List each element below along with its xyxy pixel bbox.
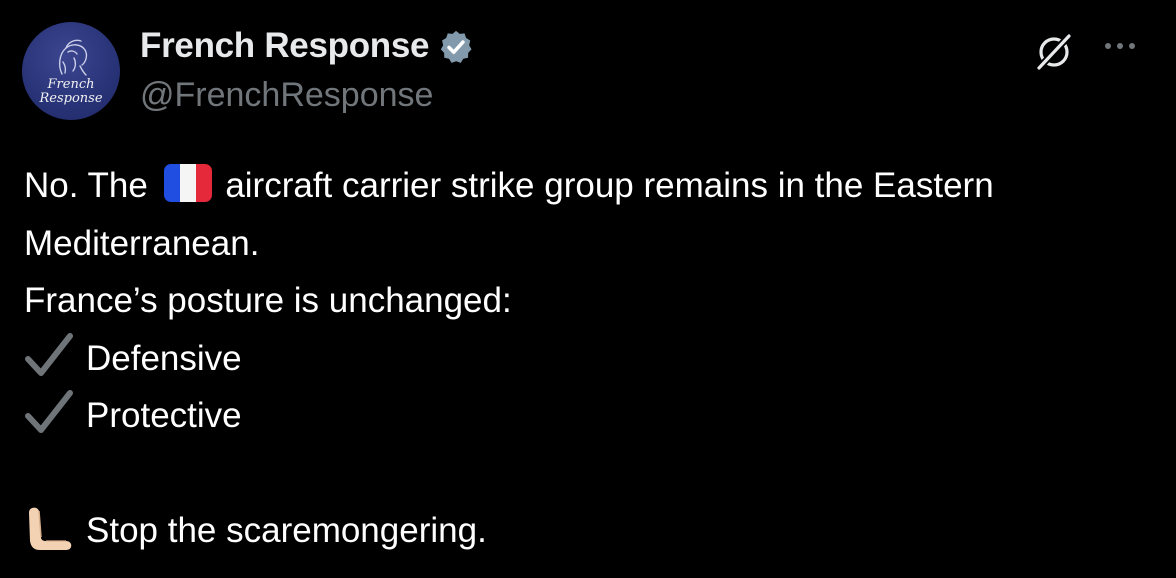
check-item-protective: Protective: [86, 396, 242, 435]
palm-down-hand-icon: [29, 507, 72, 550]
check-mark-icon: [25, 332, 73, 376]
check-item-defensive: Defensive: [86, 338, 242, 378]
tweet-line-3: France’s posture is unchanged:: [24, 281, 512, 320]
check-mark-icon: [25, 390, 73, 433]
avatar[interactable]: French Response: [22, 22, 120, 120]
tweet-line-check-1: Defensive: [24, 330, 1154, 388]
france-flag-icon: [163, 164, 212, 202]
closing-text: Stop the scaremongering.: [86, 511, 487, 550]
tweet-line-1: No. The aircraft carrier strike group re…: [24, 157, 1154, 215]
tweet-line-1-end: aircraft carrier strike group remains in…: [215, 166, 994, 205]
avatar-text-line1: French: [47, 77, 95, 92]
verified-badge-icon[interactable]: [437, 28, 475, 66]
avatar-text-line2: Response: [39, 91, 103, 106]
handle[interactable]: @FrenchResponse: [140, 75, 433, 115]
tweet-line-check-2: Protective: [24, 387, 1154, 445]
tweet-line-1-start: No. The: [24, 166, 158, 205]
tweet-line-closing: Stop the scaremongering.: [24, 502, 1154, 560]
tweet-line-2: Mediterranean.: [24, 223, 260, 263]
grok-icon[interactable]: [1032, 30, 1076, 74]
tweet: French Response French Response @FrenchR…: [0, 0, 1176, 578]
tweet-text: No. The aircraft carrier strike group re…: [24, 157, 1154, 560]
display-name[interactable]: French Response: [140, 26, 430, 66]
more-options-icon[interactable]: [1102, 38, 1138, 54]
